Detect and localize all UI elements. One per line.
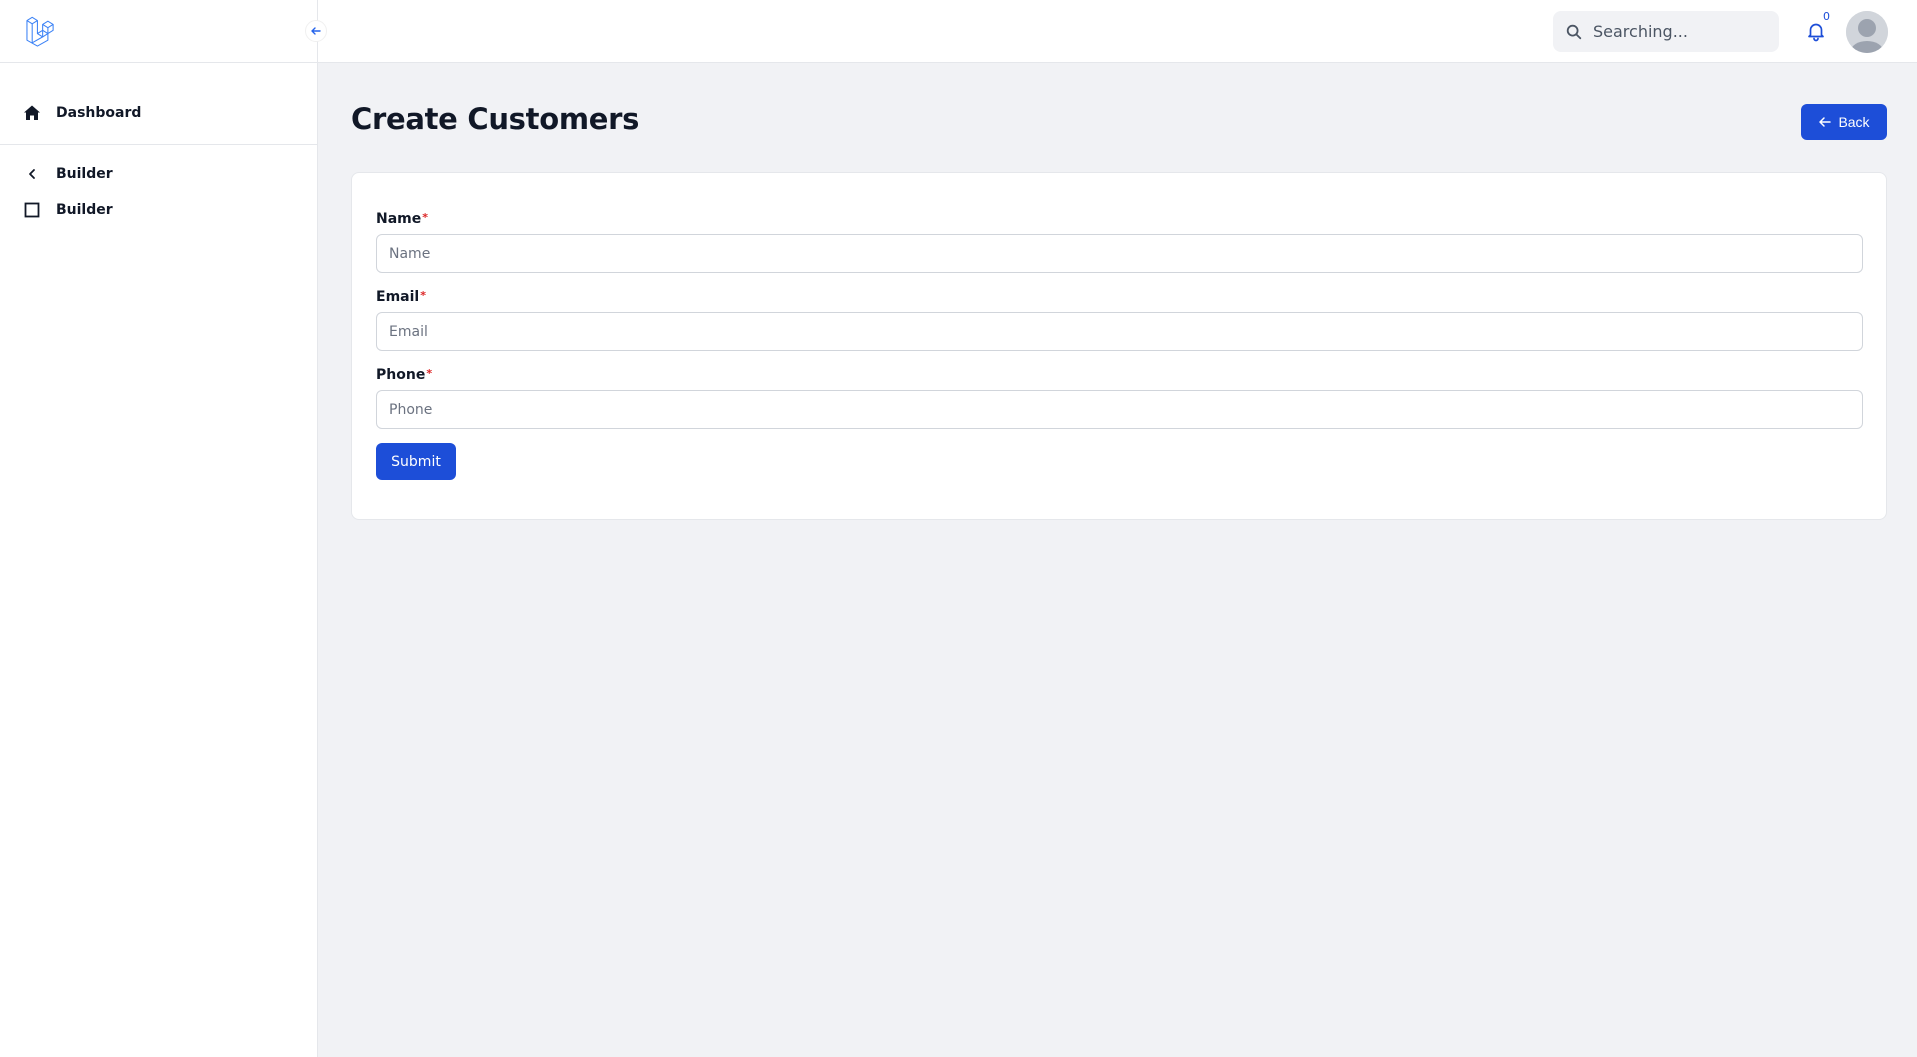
sidebar-divider [0,144,318,145]
sidebar-item-label: Dashboard [56,105,142,121]
home-icon [24,105,40,120]
topbar: 0 [318,0,1917,63]
arrow-left-icon [311,27,321,35]
arrow-left-icon [1819,117,1832,127]
name-field-label: Name* [376,211,428,227]
search-box[interactable] [1553,11,1779,52]
sidebar-item-label: Builder [56,166,113,182]
phone-field-label: Phone* [376,367,432,383]
name-field[interactable] [376,234,1863,273]
chevron-left-icon [29,169,35,179]
bell-icon[interactable] [1805,20,1827,42]
sidebar: Dashboard Builder Builder [0,0,327,1057]
laravel-logo-icon[interactable] [25,14,59,48]
search-icon [1566,24,1582,39]
sidebar-item-builder[interactable]: Builder [22,200,113,220]
back-button-label: Back [1838,114,1870,130]
page-title: Create Customers [351,102,640,136]
sidebar-item-builder-group[interactable]: Builder [22,164,113,184]
search-input[interactable] [1593,22,1763,41]
phone-field[interactable] [376,390,1863,429]
user-avatar-icon [1846,11,1888,53]
name-label-text: Name [376,211,422,227]
required-mark: * [422,211,429,224]
email-label-text: Email [376,289,420,305]
required-mark: * [426,367,433,380]
sidebar-header [0,0,327,63]
back-button[interactable]: Back [1801,104,1887,140]
sidebar-item-label: Builder [56,202,113,218]
notification-count-badge: 0 [1823,10,1830,23]
required-mark: * [420,289,426,302]
collapse-sidebar-button[interactable] [305,20,327,42]
email-field-label: Email* [376,289,426,305]
create-customer-form: Name* Email* Phone* Submit [351,172,1887,520]
submit-button[interactable]: Submit [376,443,456,480]
phone-label-text: Phone [376,367,426,383]
email-field[interactable] [376,312,1863,351]
avatar[interactable] [1846,11,1888,53]
sidebar-item-dashboard[interactable]: Dashboard [22,103,141,123]
square-icon [24,202,40,218]
